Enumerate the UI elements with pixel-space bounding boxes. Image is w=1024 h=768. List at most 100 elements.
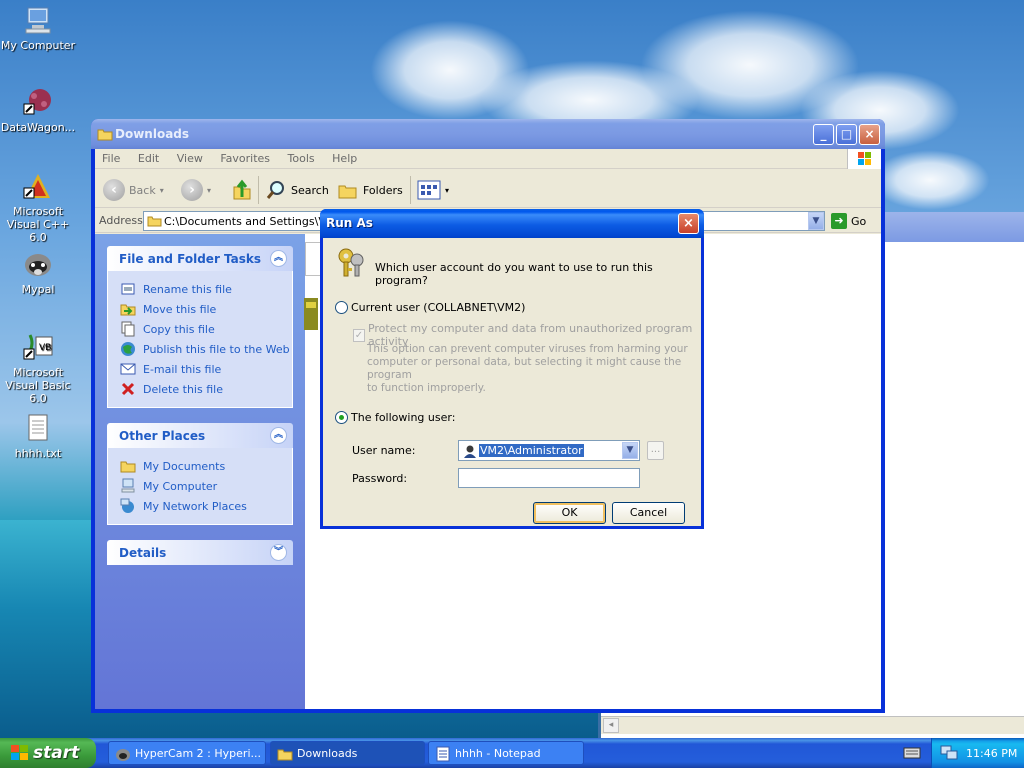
- desktop-icon-visual-cpp[interactable]: Microsoft Visual C++ 6.0: [0, 170, 78, 244]
- folders-icon: [338, 185, 357, 199]
- notepad-icon: [435, 746, 451, 764]
- task-copy[interactable]: Copy this file: [120, 319, 292, 339]
- desktop-icon-label: hhhh.txt: [14, 447, 62, 460]
- panel-title: File and Folder Tasks: [119, 252, 262, 266]
- desktop-icon-text-file[interactable]: hhhh.txt: [0, 412, 78, 460]
- file-tasks-header[interactable]: File and Folder Tasks ︽: [107, 246, 293, 271]
- visual-cpp-icon: [22, 170, 54, 202]
- folders-button[interactable]: Folders: [337, 178, 403, 202]
- details-panel: Details ︾: [107, 540, 293, 565]
- task-label: Delete this file: [143, 382, 223, 396]
- task-label: HyperCam 2 : Hyperi...: [135, 747, 261, 760]
- runas-dialog[interactable]: Run As × Which user account do you want …: [320, 209, 704, 529]
- place-my-documents[interactable]: My Documents: [120, 456, 292, 476]
- username-combobox[interactable]: VM2\Administrator ▼: [458, 440, 640, 461]
- cancel-button[interactable]: Cancel: [612, 502, 685, 524]
- other-places-panel: Other Places ︽ My Documents My Computer: [107, 423, 293, 525]
- desktop-icon-label: Microsoft Visual Basic 6.0: [5, 366, 71, 405]
- task-label: E-mail this file: [143, 362, 222, 376]
- dialog-close-button[interactable]: ×: [678, 213, 699, 234]
- folder-icon: [147, 214, 162, 230]
- expand-chevron-icon[interactable]: ︾: [270, 544, 287, 561]
- installer-icon: [302, 296, 320, 335]
- search-button[interactable]: Search: [265, 178, 329, 202]
- forward-button[interactable]: › ▾: [181, 178, 211, 202]
- go-label: Go: [851, 214, 867, 228]
- go-button[interactable]: ➜ Go: [831, 212, 866, 230]
- runas-body: Which user account do you want to use to…: [323, 238, 701, 526]
- menu-help[interactable]: Help: [325, 149, 364, 165]
- my-computer-icon: [120, 478, 136, 494]
- task-rename[interactable]: Rename this file: [120, 279, 292, 299]
- task-hypercam[interactable]: HyperCam 2 : Hyperi...: [108, 741, 266, 765]
- folder-icon: [120, 458, 136, 474]
- desktop-icon-visual-basic[interactable]: VB Microsoft Visual Basic 6.0: [0, 331, 78, 405]
- minimize-button[interactable]: _: [813, 124, 834, 145]
- place-my-network[interactable]: My Network Places: [120, 496, 292, 516]
- place-my-computer[interactable]: My Computer: [120, 476, 292, 496]
- username-dropdown-icon[interactable]: ▼: [622, 442, 638, 459]
- following-user-label: The following user:: [351, 411, 456, 424]
- desktop-icon-datawagon[interactable]: DataWagon...: [0, 86, 78, 134]
- rename-icon: [120, 281, 136, 297]
- horizontal-scrollbar[interactable]: ◂: [601, 716, 1024, 734]
- task-notepad[interactable]: hhhh - Notepad: [428, 741, 584, 765]
- clock[interactable]: 11:46 PM: [966, 747, 1017, 760]
- place-label: My Network Places: [143, 499, 247, 513]
- keyboard-icon[interactable]: [903, 746, 921, 763]
- email-icon: [120, 361, 136, 377]
- task-label: Publish this file to the Web: [143, 342, 290, 356]
- other-places-list: My Documents My Computer My Network Plac…: [107, 448, 293, 525]
- following-user-radio[interactable]: [335, 411, 348, 424]
- collapse-chevron-icon[interactable]: ︽: [270, 250, 287, 267]
- details-header[interactable]: Details ︾: [107, 540, 293, 565]
- folder-icon: [277, 747, 293, 764]
- windows-logo-icon: [847, 149, 881, 169]
- dialog-question: Which user account do you want to use to…: [375, 261, 653, 287]
- task-delete[interactable]: Delete this file: [120, 379, 292, 399]
- scroll-left-icon[interactable]: ◂: [603, 718, 619, 733]
- task-email[interactable]: E-mail this file: [120, 359, 292, 379]
- folders-label: Folders: [363, 183, 403, 197]
- task-downloads[interactable]: Downloads: [270, 741, 425, 765]
- desktop-icon-my-computer[interactable]: My Computer: [0, 4, 78, 52]
- taskbar: start HyperCam 2 : Hyperi... Downloads h…: [0, 738, 1024, 768]
- up-button[interactable]: [231, 178, 253, 202]
- views-icon: [417, 180, 441, 200]
- menu-favorites[interactable]: Favorites: [213, 149, 277, 165]
- menu-view[interactable]: View: [170, 149, 210, 165]
- address-dropdown-button[interactable]: ▼: [808, 212, 824, 230]
- go-arrow-icon: ➜: [831, 213, 847, 229]
- window-title: Downloads: [115, 127, 190, 141]
- collapse-chevron-icon[interactable]: ︽: [270, 427, 287, 444]
- back-button[interactable]: ‹ Back ▾: [103, 178, 164, 202]
- panel-title: Details: [119, 546, 167, 560]
- views-button[interactable]: ▾: [417, 178, 449, 202]
- other-places-header[interactable]: Other Places ︽: [107, 423, 293, 448]
- task-move[interactable]: Move this file: [120, 299, 292, 319]
- current-user-option[interactable]: Current user (COLLABNET\VM2): [335, 301, 525, 314]
- current-user-radio[interactable]: [335, 301, 348, 314]
- task-publish[interactable]: Publish this file to the Web: [120, 339, 292, 359]
- ok-button[interactable]: OK: [533, 502, 606, 524]
- address-value: C:\Documents and Settings\VM2: [164, 215, 343, 228]
- maximize-button[interactable]: □: [836, 124, 857, 145]
- explorer-titlebar[interactable]: Downloads _ □ ×: [91, 119, 885, 149]
- task-label: hhhh - Notepad: [455, 747, 541, 760]
- desktop-icon-label: Mypal: [21, 283, 55, 296]
- menu-edit[interactable]: Edit: [131, 149, 166, 165]
- runas-titlebar[interactable]: Run As ×: [320, 209, 704, 238]
- mypal-icon: [22, 248, 54, 280]
- start-label: start: [33, 743, 80, 763]
- dropdown-arrow-icon: ▾: [207, 185, 212, 195]
- menu-file[interactable]: File: [95, 149, 127, 165]
- password-field[interactable]: [458, 468, 640, 488]
- following-user-option[interactable]: The following user:: [335, 411, 455, 424]
- desktop-icon-mypal[interactable]: Mypal: [0, 248, 78, 296]
- task-label: Copy this file: [143, 322, 215, 336]
- browse-button[interactable]: ...: [647, 441, 664, 460]
- menu-tools[interactable]: Tools: [281, 149, 322, 165]
- network-tray-icon[interactable]: [940, 745, 958, 764]
- start-button[interactable]: start: [0, 738, 96, 768]
- close-button[interactable]: ×: [859, 124, 880, 145]
